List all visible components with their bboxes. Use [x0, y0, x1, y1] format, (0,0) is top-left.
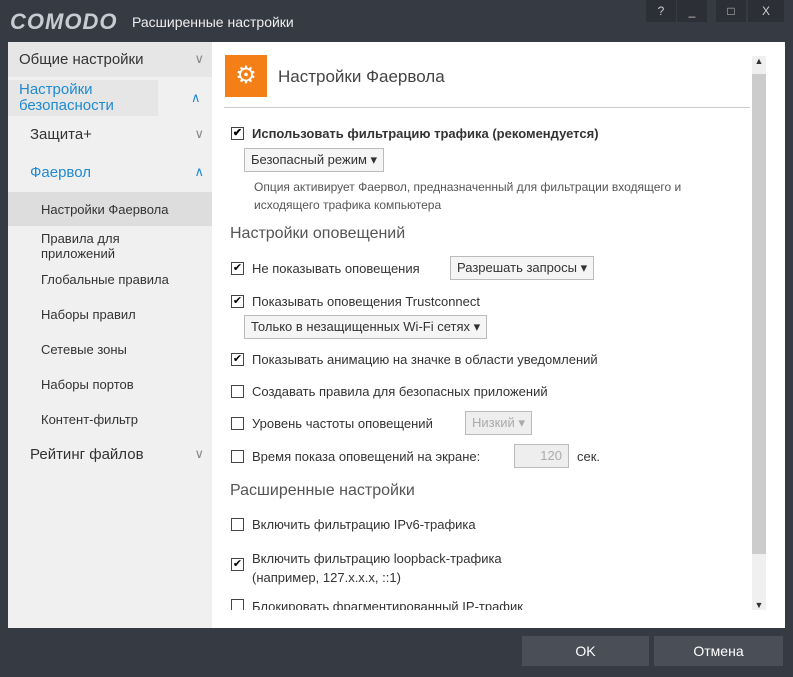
- page-title: Настройки Фаервола: [278, 67, 445, 86]
- label: Рейтинг файлов: [30, 446, 144, 463]
- value: Разрешать запросы: [457, 260, 577, 275]
- checkbox[interactable]: ✔: [231, 353, 244, 366]
- value: Только в незащищенных Wi-Fi сетях: [251, 319, 471, 334]
- value: Безопасный режим: [251, 152, 367, 167]
- maximize-button[interactable]: □: [716, 0, 746, 22]
- sidebar: Общие настройки ∨ Настройки безопасности …: [8, 42, 212, 628]
- firewall-gear-icon: ⚙: [225, 55, 267, 97]
- checkbox[interactable]: [231, 417, 244, 430]
- label: Использовать фильтрацию трафика (рекомен…: [252, 126, 599, 141]
- sidebar-item-file-rating[interactable]: Рейтинг файлов ∨: [8, 446, 212, 463]
- ok-button[interactable]: OK: [522, 636, 649, 666]
- ipv6-checkbox[interactable]: Включить фильтрацию IPv6-трафика: [231, 517, 476, 532]
- label: Показывать анимацию на значке в области …: [252, 352, 598, 367]
- frequency-select[interactable]: Низкий ▾: [465, 411, 532, 435]
- sidebar-item-protection[interactable]: Защита+ ∨: [8, 126, 212, 143]
- checkbox[interactable]: [231, 385, 244, 398]
- checkbox[interactable]: [231, 518, 244, 531]
- label: Создавать правила для безопасных приложе…: [252, 384, 548, 399]
- no-alerts-checkbox[interactable]: ✔ Не показывать оповещения: [231, 261, 420, 276]
- label: Фаервол: [30, 164, 91, 181]
- checkbox[interactable]: [231, 599, 244, 610]
- advanced-section-title: Расширенные настройки: [230, 482, 415, 499]
- label: Не показывать оповещения: [252, 261, 420, 276]
- scrollbar[interactable]: ▲ ▼: [752, 56, 766, 610]
- sidebar-item-firewall-settings[interactable]: Настройки Фаервола: [8, 192, 212, 226]
- checkbox[interactable]: ✔: [231, 262, 244, 275]
- label: Блокировать фрагментированный IP-трафик: [252, 599, 523, 610]
- scroll-down-icon[interactable]: ▼: [752, 600, 766, 610]
- label: Показывать оповещения Trustconnect: [252, 294, 481, 309]
- sidebar-item-global-rules[interactable]: Глобальные правила: [8, 272, 212, 287]
- sidebar-item-general[interactable]: Общие настройки ∨: [8, 42, 212, 77]
- trustconnect-checkbox[interactable]: ✔ Показывать оповещения Trustconnect: [231, 294, 480, 309]
- sidebar-item-rulesets[interactable]: Наборы правил: [8, 307, 212, 322]
- mode-select[interactable]: Безопасный режим ▾: [244, 148, 385, 172]
- checkbox[interactable]: ✔: [231, 127, 244, 140]
- checkbox[interactable]: ✔: [231, 295, 244, 308]
- label: Защита+: [30, 126, 92, 143]
- sidebar-item-security[interactable]: Настройки безопасности: [8, 80, 158, 116]
- trustconnect-select[interactable]: Только в незащищенных Wi-Fi сетях ▾: [244, 315, 488, 339]
- window-title: Расширенные настройки: [132, 14, 294, 30]
- alerts-section-title: Настройки оповещений: [230, 225, 406, 242]
- comodo-logo: COMODO: [10, 9, 118, 34]
- checkbox[interactable]: ✔: [231, 558, 244, 571]
- alert-frequency-checkbox[interactable]: Уровень частоты оповещений: [231, 416, 433, 431]
- label: Включить фильтрацию IPv6-трафика: [252, 517, 476, 532]
- label: Уровень частоты оповещений: [252, 416, 433, 431]
- chevron-down-icon: ∨: [194, 51, 204, 66]
- help-button[interactable]: ?: [646, 0, 676, 22]
- label: Общие настройки: [19, 51, 144, 68]
- alert-time-input[interactable]: 120: [514, 444, 569, 468]
- chevron-down-icon: ∨: [194, 126, 204, 141]
- cancel-button[interactable]: Отмена: [654, 636, 783, 666]
- chevron-up-icon: ∧: [194, 164, 204, 179]
- sidebar-item-app-rules[interactable]: Правила для приложений: [8, 231, 158, 261]
- alert-time-checkbox[interactable]: Время показа оповещений на экране:: [231, 449, 480, 464]
- chevron-down-icon: ∨: [194, 446, 204, 461]
- animation-checkbox[interactable]: ✔ Показывать анимацию на значке в области…: [231, 352, 598, 367]
- sidebar-item-network-zones[interactable]: Сетевые зоны: [8, 342, 212, 357]
- divider: [224, 107, 750, 108]
- value: Низкий: [472, 415, 515, 430]
- main-panel: ⚙ Настройки Фаервола ✔ Использовать фильт…: [212, 42, 785, 628]
- alert-action-select[interactable]: Разрешать запросы ▾: [450, 256, 595, 280]
- minimize-button[interactable]: _: [677, 0, 707, 22]
- loopback-checkbox[interactable]: ✔ Включить фильтрацию loopback-трафика (на…: [231, 549, 502, 587]
- scrollbar-thumb[interactable]: [752, 74, 766, 554]
- sidebar-item-port-sets[interactable]: Наборы портов: [8, 377, 212, 392]
- title-bar: COMODO Расширенные настройки ? _ □ X: [0, 0, 793, 42]
- sidebar-item-content-filter[interactable]: Контент-фильтр: [8, 412, 212, 427]
- label: Время показа оповещений на экране:: [252, 449, 481, 464]
- checkbox[interactable]: [231, 450, 244, 463]
- chevron-up-icon: ∧: [191, 90, 201, 105]
- sidebar-item-firewall[interactable]: Фаервол ∧: [8, 164, 212, 181]
- filter-description: Опция активирует Фаервол, предназначенны…: [254, 180, 682, 212]
- safe-rules-checkbox[interactable]: Создавать правила для безопасных приложе…: [231, 384, 548, 399]
- fragmented-checkbox[interactable]: Блокировать фрагментированный IP-трафик: [231, 599, 523, 610]
- seconds-unit: сек.: [577, 449, 601, 464]
- label-example: (например, 127.x.x.x, ::1): [252, 570, 401, 585]
- traffic-filter-checkbox[interactable]: ✔ Использовать фильтрацию трафика (рекоме…: [231, 126, 599, 141]
- close-button[interactable]: X: [748, 0, 784, 22]
- label: Настройки безопасности: [19, 81, 114, 114]
- scroll-up-icon[interactable]: ▲: [752, 56, 766, 66]
- label: Включить фильтрацию loopback-трафика: [252, 551, 502, 566]
